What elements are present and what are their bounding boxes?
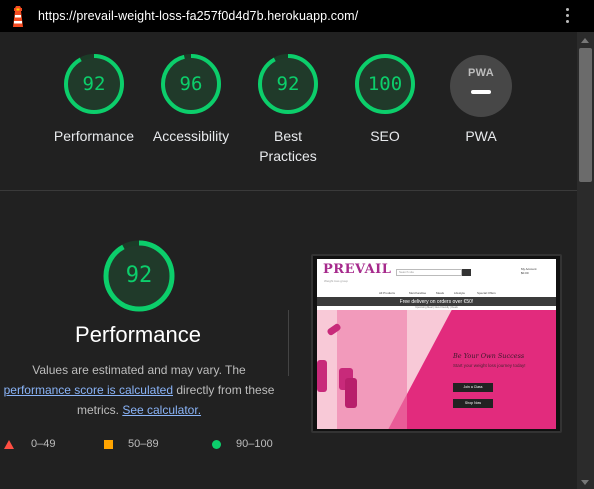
lighthouse-icon <box>13 6 23 27</box>
nav-item: Meals <box>436 291 445 295</box>
hero-subtitle: Start your weight loss journey today! <box>453 363 526 368</box>
gauge-label-performance: Performance <box>53 128 135 144</box>
square-icon <box>104 439 113 449</box>
gauge-performance[interactable]: 92 <box>62 52 126 116</box>
hero-title: Be Your Own Success <box>453 352 525 360</box>
url-bar: https://prevail-weight-loss-fa257f0d4d7b… <box>0 0 594 32</box>
legend-pass: 90–100 <box>212 438 273 450</box>
nav-item: Merchandise <box>409 291 427 295</box>
gauge-score: 96 <box>179 73 203 95</box>
see-calculator-link[interactable]: See calculator. <box>122 403 201 417</box>
screenshot-search-icon <box>462 269 471 276</box>
performance-score-link[interactable]: performance score is calculated <box>4 383 173 397</box>
kebab-menu-icon[interactable] <box>566 8 570 26</box>
scrollbar-thumb[interactable] <box>579 48 592 182</box>
performance-gauge-large: 92 <box>102 239 176 313</box>
pwa-badge[interactable]: PWA <box>450 55 512 117</box>
gauge-label-seo: SEO <box>370 128 400 144</box>
nav-item: Special Offers <box>477 291 496 295</box>
legend-fail: 0–49 <box>4 438 55 450</box>
nav-item: All Products <box>379 291 396 295</box>
screenshot-tagline: Weight loss group <box>324 279 348 283</box>
vertical-separator <box>288 310 289 376</box>
legend-range-fail: 0–49 <box>31 438 56 450</box>
join-class-button: Join a Class <box>453 383 493 392</box>
triangle-icon <box>4 439 14 449</box>
pwa-dash-icon <box>471 90 491 94</box>
bag-icon: $0.00 <box>521 271 529 275</box>
final-screenshot[interactable]: PREVAIL Weight loss group Search site My… <box>311 254 562 433</box>
legend-average: 50–89 <box>104 438 159 450</box>
performance-score: 92 <box>125 263 153 288</box>
gauge-label-accessibility: Accessibility <box>152 128 230 144</box>
nav-item: Lifestyle <box>454 291 466 295</box>
pwa-badge-text: PWA <box>468 67 494 79</box>
performance-description: Values are estimated and may vary. The p… <box>0 360 278 420</box>
screenshot-page: PREVAIL Weight loss group Search site My… <box>317 259 556 429</box>
scroll-down-arrow-icon[interactable] <box>581 480 589 485</box>
description-text: Values are estimated and may vary. The <box>32 363 246 377</box>
gauge-label-best-practices: Best Practices <box>259 128 317 164</box>
gauge-accessibility[interactable]: 96 <box>159 52 223 116</box>
screenshot-account-icons: My Account$0.00 <box>521 267 556 275</box>
screenshot-search: Search site <box>396 269 462 276</box>
gauge-score: 92 <box>82 73 106 95</box>
dumbbell-icon <box>345 378 357 408</box>
section-divider <box>0 190 577 191</box>
circle-icon <box>212 439 221 449</box>
page-url[interactable]: https://prevail-weight-loss-fa257f0d4d7b… <box>38 9 358 23</box>
legend-range-average: 50–89 <box>128 438 159 450</box>
gauge-seo[interactable]: 100 <box>353 52 417 116</box>
scroll-up-arrow-icon[interactable] <box>581 38 589 43</box>
legend-range-pass: 90–100 <box>236 438 273 450</box>
gauge-score: 92 <box>276 73 300 95</box>
screenshot-nav: All Products Merchandise Meals Lifestyle… <box>317 289 556 297</box>
performance-title: Performance <box>75 322 201 347</box>
gauge-label-pwa: PWA <box>465 128 497 144</box>
shop-now-button: Shop Now <box>453 399 493 408</box>
screenshot-logo: PREVAIL <box>323 262 392 277</box>
gauge-score: 100 <box>367 73 403 95</box>
screenshot-hero: Be Your Own Success Start your weight lo… <box>317 310 556 429</box>
dumbbell-icon <box>317 360 327 392</box>
gauge-best-practices[interactable]: 92 <box>256 52 320 116</box>
